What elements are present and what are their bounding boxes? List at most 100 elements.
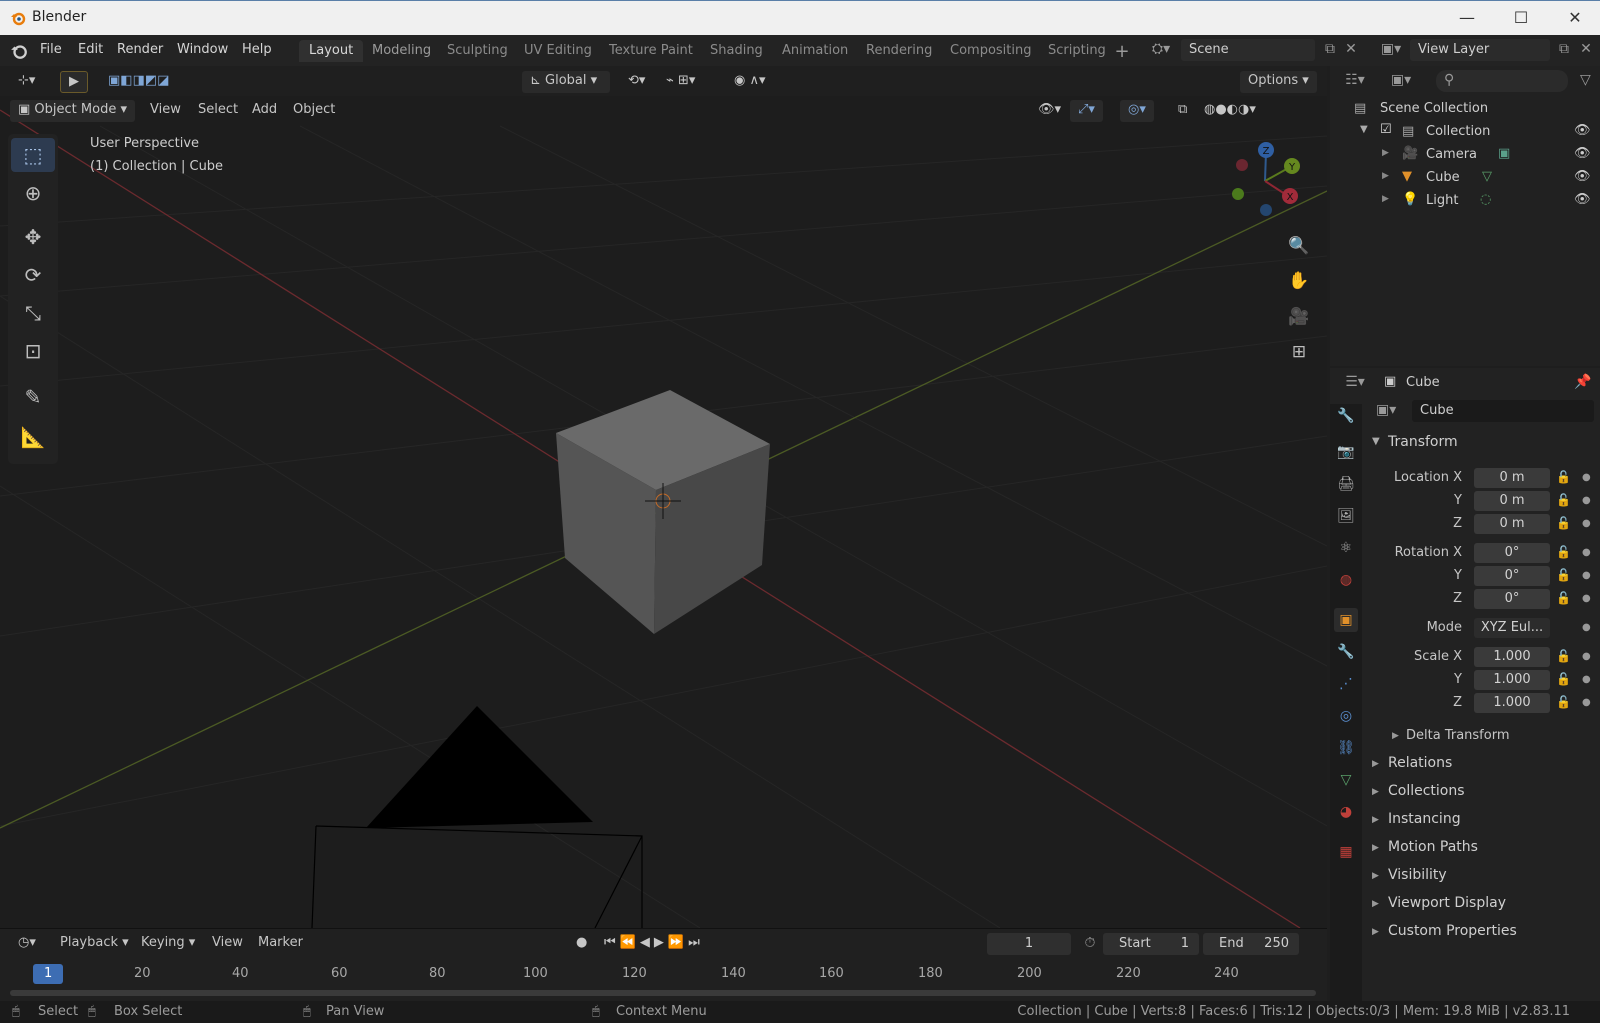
panel-relations[interactable]: Relations [1388, 755, 1452, 771]
editor-type-icon[interactable]: ⊹▾ [10, 71, 43, 93]
timeline-menu-marker[interactable]: Marker [250, 933, 311, 955]
new-scene-icon[interactable]: ⧉ [1320, 41, 1340, 57]
outliner-item-camera[interactable]: ▶ 🎥 Camera ▣ 👁 [1330, 144, 1600, 167]
keyframe-dot-icon[interactable]: ● [1582, 547, 1591, 558]
expand-icon[interactable]: ▶ [1382, 148, 1389, 158]
tab-rendering[interactable]: Rendering [856, 40, 942, 62]
tab-compositing[interactable]: Compositing [940, 40, 1042, 62]
pan-hand-icon[interactable]: ✋ [1284, 266, 1314, 296]
panel-viewport-display[interactable]: Viewport Display [1388, 895, 1506, 911]
transform-tool-icon[interactable]: ⊡ [11, 334, 55, 368]
rotation-mode-dropdown[interactable]: XYZ Eul... [1474, 618, 1550, 638]
outliner-item-cube[interactable]: ▶ ▼ Cube ▽ 👁 [1330, 167, 1600, 190]
menu-window[interactable]: Window [177, 42, 228, 57]
collection-row[interactable]: ▼ ☑ ▤ Collection 👁 [1330, 121, 1600, 144]
data-tab-icon[interactable]: ▽ [1334, 768, 1358, 792]
lock-icon[interactable]: 🔓 [1556, 672, 1571, 686]
eye-icon[interactable]: 👁 [1574, 146, 1591, 161]
keyframe-dot-icon[interactable]: ● [1582, 518, 1591, 529]
transform-orientation-dropdown[interactable]: ⊾ Global ▾ [522, 71, 610, 93]
expand-icon[interactable]: ▶ [1372, 759, 1379, 769]
modifier-tab-icon[interactable]: 🔧 [1334, 640, 1358, 664]
menu-render[interactable]: Render [117, 42, 163, 57]
location-z-field[interactable]: 0 m [1474, 514, 1550, 534]
lock-icon[interactable]: 🔓 [1556, 470, 1571, 484]
expand-icon[interactable]: ▶ [1382, 171, 1389, 181]
outliner-search-input[interactable]: ⚲ [1436, 70, 1568, 92]
timeline-scrollbar[interactable] [10, 990, 1316, 996]
annotate-tool-icon[interactable]: ✎ [11, 380, 55, 414]
shading-modes-icons[interactable]: ◍●◐◑▾ [1196, 100, 1264, 122]
scale-y-field[interactable]: 1.000 [1474, 670, 1550, 690]
timeline-menu-keying[interactable]: Keying ▾ [133, 933, 203, 955]
output-tab-icon[interactable]: 🖨 [1334, 472, 1358, 496]
scene-selector-icon[interactable]: ⛭▾ [1146, 41, 1176, 57]
viewport-menu-add[interactable]: Add [244, 100, 285, 122]
camera-view-icon[interactable]: 🎥 [1284, 302, 1314, 332]
scene-name-field[interactable]: Scene [1181, 39, 1315, 61]
panel-visibility[interactable]: Visibility [1388, 867, 1447, 883]
keyframe-dot-icon[interactable]: ● [1582, 593, 1591, 604]
particles-tab-icon[interactable]: ⋰ [1334, 672, 1358, 696]
rotation-y-field[interactable]: 0° [1474, 566, 1550, 586]
keyframe-dot-icon[interactable]: ● [1582, 651, 1591, 662]
tab-uv-editing[interactable]: UV Editing [514, 40, 602, 62]
expand-icon[interactable]: ▶ [1372, 927, 1379, 937]
world-tab-icon[interactable]: ◍ [1334, 568, 1358, 592]
menu-file[interactable]: File [40, 42, 62, 57]
checkbox-icon[interactable]: ☑ [1380, 122, 1392, 137]
eye-icon[interactable]: 👁 [1574, 192, 1591, 207]
add-workspace-icon[interactable]: + [1112, 41, 1132, 62]
pin-icon[interactable]: 📌 [1574, 374, 1591, 390]
expand-icon[interactable]: ▶ [1372, 871, 1379, 881]
filter-icon[interactable]: ▽ [1580, 72, 1591, 88]
tab-shading[interactable]: Shading [700, 40, 773, 62]
expand-icon[interactable]: ▼ [1360, 124, 1368, 135]
view-layer-field[interactable]: View Layer [1410, 39, 1550, 61]
object-tab-icon[interactable]: ▣ [1334, 608, 1358, 632]
expand-icon[interactable]: ▶ [1372, 843, 1379, 853]
expand-icon[interactable]: ▶ [1392, 731, 1399, 741]
location-x-field[interactable]: 0 m [1474, 468, 1550, 488]
playback-controls-icons[interactable]: ⏮⏪◀▶⏩⏭ [596, 933, 712, 955]
active-tool-icon[interactable]: ▶ [60, 71, 88, 93]
expand-icon[interactable]: ▶ [1382, 194, 1389, 204]
view-layer-tab-icon[interactable]: 🖼 [1334, 504, 1358, 528]
location-y-field[interactable]: 0 m [1474, 491, 1550, 511]
overlay-toggle-icon[interactable]: ◎▾ [1120, 100, 1154, 122]
options-dropdown[interactable]: Options ▾ [1240, 71, 1317, 93]
select-mode-icons[interactable]: ▣◧◨◩◪ [100, 71, 177, 93]
tab-layout[interactable]: Layout [299, 40, 364, 62]
current-frame-field[interactable]: 1 [987, 933, 1071, 955]
tab-sculpting[interactable]: Sculpting [437, 40, 518, 62]
pivot-icon[interactable]: ⟲▾ [620, 71, 653, 93]
viewport-scene[interactable]: Z Y X [0, 66, 1327, 928]
xray-icon[interactable]: ⧉ [1170, 100, 1195, 122]
keyframe-dot-icon[interactable]: ● [1582, 570, 1591, 581]
lock-icon[interactable]: 🔓 [1556, 649, 1571, 663]
keyframe-dot-icon[interactable]: ● [1582, 674, 1591, 685]
menu-help[interactable]: Help [242, 42, 272, 57]
viewport-menu-object[interactable]: Object [285, 100, 343, 122]
blender-menu-icon[interactable] [10, 42, 28, 60]
panel-instancing[interactable]: Instancing [1388, 811, 1461, 827]
panel-motion-paths[interactable]: Motion Paths [1388, 839, 1478, 855]
close-icon[interactable]: ✕ [1563, 7, 1587, 29]
scale-x-field[interactable]: 1.000 [1474, 647, 1550, 667]
scale-z-field[interactable]: 1.000 [1474, 693, 1550, 713]
keyframe-dot-icon[interactable]: ● [1582, 495, 1591, 506]
scene-tab-icon[interactable]: ⚛ [1334, 536, 1358, 560]
tab-scripting[interactable]: Scripting [1038, 40, 1116, 62]
perspective-toggle-icon[interactable]: ⊞ [1284, 337, 1314, 367]
expand-icon[interactable]: ▶ [1372, 815, 1379, 825]
texture-tab-icon[interactable]: ▦ [1334, 840, 1358, 864]
expand-icon[interactable]: ▶ [1372, 899, 1379, 909]
3d-viewport[interactable]: Z Y X ⊹▾ ▶ ▣◧◨◩◪ ⊾ Global ▾ ⟲▾ ⌁ ⊞▾ ◉ ∧▾… [0, 66, 1327, 928]
select-box-tool-icon[interactable]: ⬚ [11, 138, 55, 172]
tab-texture-paint[interactable]: Texture Paint [599, 40, 703, 62]
timeline-menu-view[interactable]: View [204, 933, 251, 955]
maximize-icon[interactable]: ☐ [1509, 7, 1533, 29]
timeline-menu-playback[interactable]: Playback ▾ [52, 933, 137, 955]
zoom-icon[interactable]: 🔍 [1284, 231, 1314, 261]
start-frame-field[interactable]: Start 1 [1103, 933, 1199, 955]
